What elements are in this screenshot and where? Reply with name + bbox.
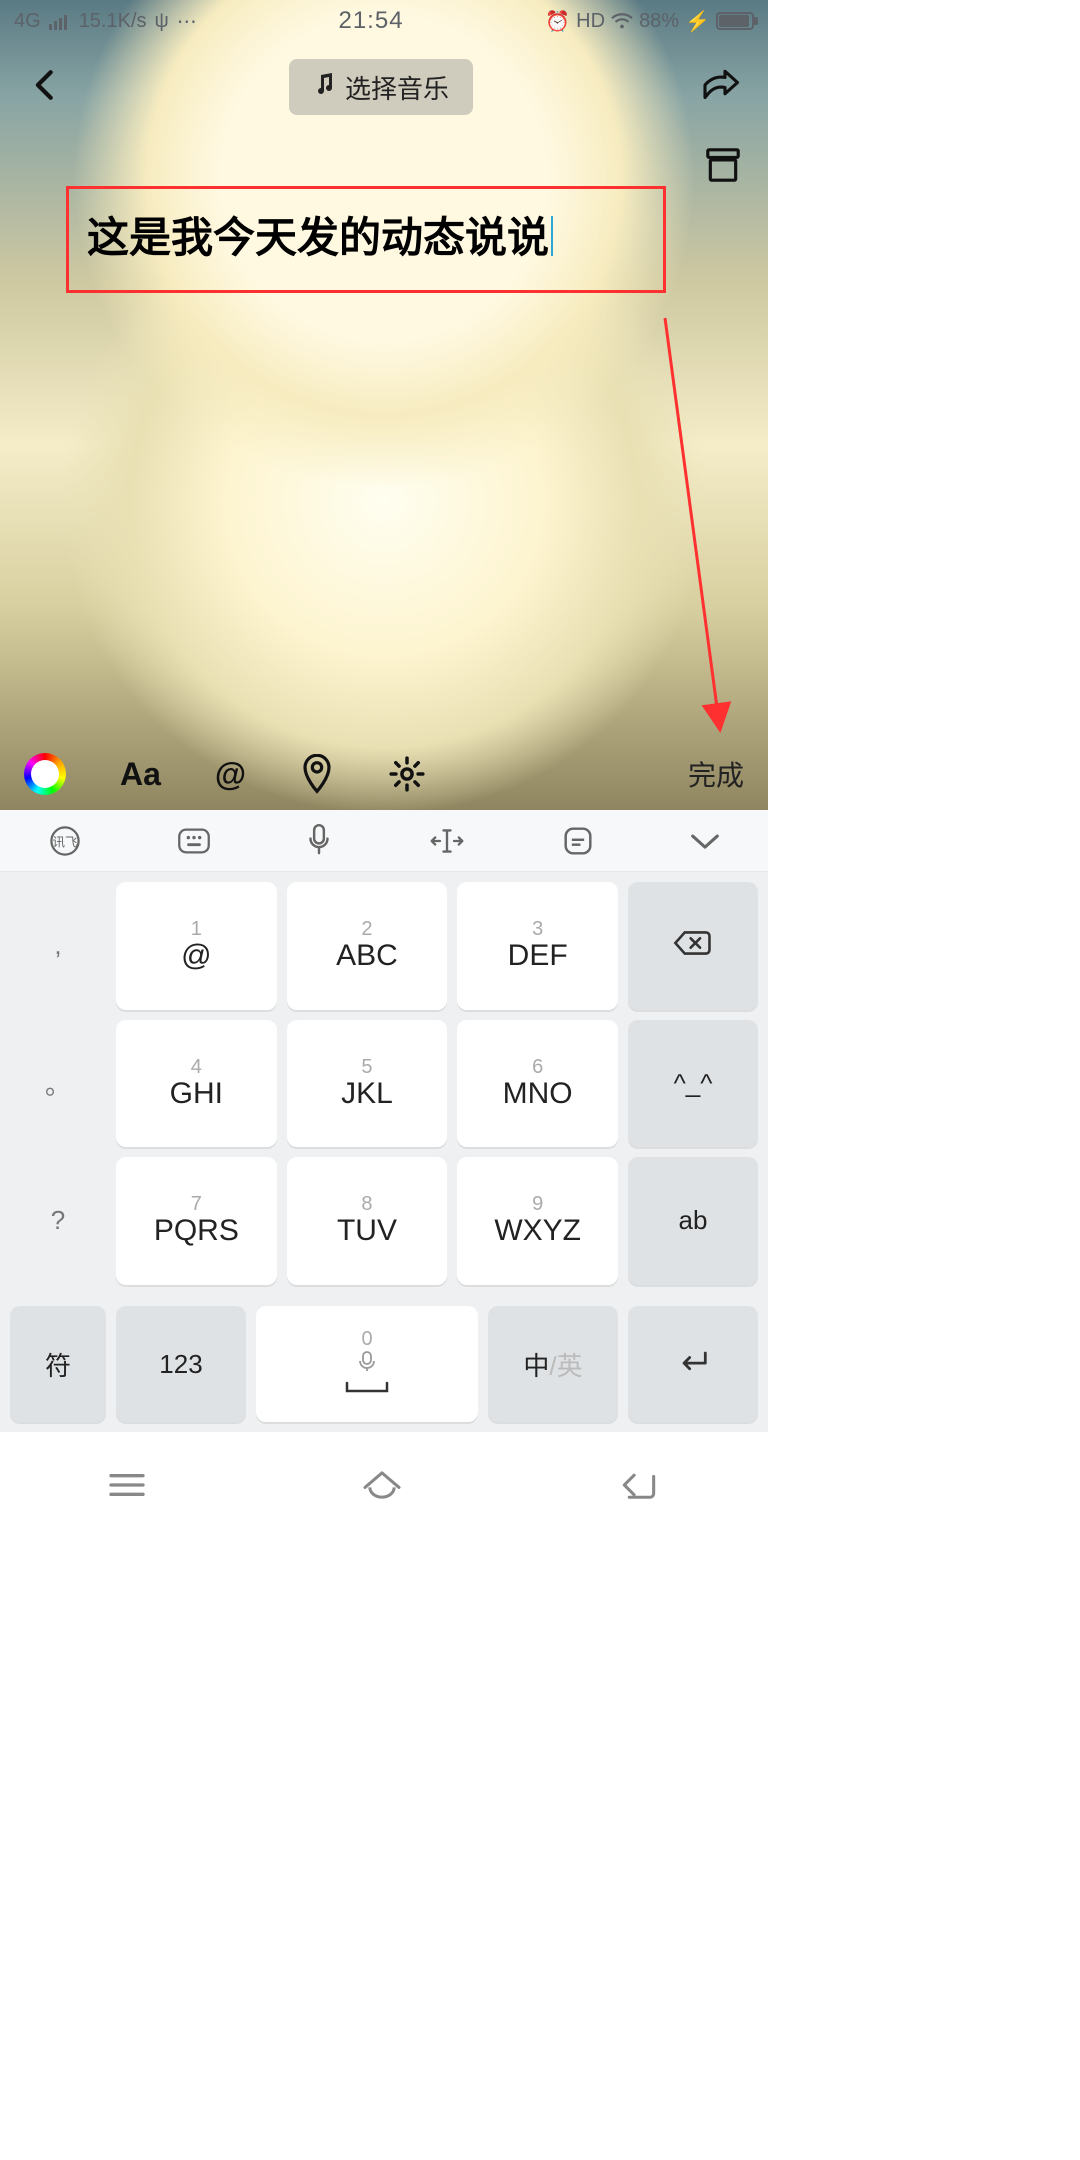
key-4[interactable]: 4GHI xyxy=(116,1020,277,1148)
keyboard-mode-button[interactable] xyxy=(177,826,211,856)
key-6[interactable]: 6MNO xyxy=(457,1020,618,1148)
keyboard-toolbar: 讯飞 xyxy=(0,810,768,872)
wifi-icon xyxy=(611,12,633,30)
key-3[interactable]: 3DEF xyxy=(457,882,618,1010)
space-icon xyxy=(344,1378,390,1401)
key-emoji[interactable]: ^_^ xyxy=(628,1020,758,1148)
nav-home-button[interactable] xyxy=(360,1468,404,1502)
font-button[interactable]: Aa xyxy=(120,756,161,793)
svg-text:讯飞: 讯飞 xyxy=(52,835,77,849)
location-button[interactable] xyxy=(300,754,334,794)
share-button[interactable] xyxy=(700,65,740,110)
settings-button[interactable] xyxy=(388,755,426,793)
key-1[interactable]: 1@ xyxy=(116,882,277,1010)
key-space[interactable]: 0 xyxy=(256,1306,478,1422)
hd-label: HD xyxy=(576,10,605,33)
key-enter[interactable] xyxy=(628,1306,758,1422)
key-8[interactable]: 8TUV xyxy=(287,1157,448,1285)
edit-cursor-button[interactable] xyxy=(427,826,467,856)
alarm-icon: ⏰ xyxy=(545,9,570,34)
clock: 21:54 xyxy=(197,7,545,35)
backspace-icon xyxy=(673,928,713,963)
key-comma[interactable]: , xyxy=(10,882,106,1010)
text-input-highlight[interactable]: 这是我今天发的动态说说 xyxy=(66,186,666,293)
text-cursor xyxy=(551,216,553,256)
charging-icon: ⚡ xyxy=(685,9,710,34)
nav-bar xyxy=(0,1434,768,1536)
color-picker-button[interactable] xyxy=(24,753,66,795)
editor-toolbar: Aa @ 完成 xyxy=(0,738,768,810)
key-numbers[interactable]: 123 xyxy=(116,1306,246,1422)
battery-label: 88% xyxy=(639,10,679,33)
usb-icon: ψ xyxy=(155,10,169,33)
back-button[interactable] xyxy=(28,68,62,107)
keyboard-bottom-row: 符 123 0 中/英 xyxy=(0,1306,768,1432)
more-icon: ⋯ xyxy=(177,9,197,34)
key-2[interactable]: 2ABC xyxy=(287,882,448,1010)
template-button[interactable] xyxy=(704,146,742,189)
music-label: 选择音乐 xyxy=(345,69,449,106)
hide-keyboard-button[interactable] xyxy=(689,831,721,851)
select-music-button[interactable]: 选择音乐 xyxy=(289,59,473,115)
network-label: 4G xyxy=(14,10,41,33)
key-symbols[interactable]: 符 xyxy=(10,1306,106,1422)
text-content: 这是我今天发的动态说说 xyxy=(87,214,549,261)
enter-icon xyxy=(674,1348,712,1381)
clipboard-button[interactable] xyxy=(562,825,594,857)
status-bar: 4G 15.1K/s ψ ⋯ 21:54 ⏰ HD 88% ⚡ xyxy=(0,0,768,42)
voice-button[interactable] xyxy=(306,824,332,858)
battery-icon xyxy=(716,12,754,30)
key-ab[interactable]: ab xyxy=(628,1157,758,1285)
key-backspace[interactable] xyxy=(628,882,758,1010)
key-7[interactable]: 7PQRS xyxy=(116,1157,277,1285)
key-5[interactable]: 5JKL xyxy=(287,1020,448,1148)
nav-back-button[interactable] xyxy=(617,1470,661,1500)
music-icon xyxy=(313,72,335,103)
key-language[interactable]: 中/英 xyxy=(488,1306,618,1422)
header: 选择音乐 xyxy=(0,52,768,122)
ime-logo-button[interactable]: 讯飞 xyxy=(48,824,82,858)
key-9[interactable]: 9WXYZ xyxy=(457,1157,618,1285)
done-button[interactable]: 完成 xyxy=(688,754,744,794)
speed-label: 15.1K/s xyxy=(79,10,147,33)
key-period[interactable]: 。 xyxy=(10,1020,106,1148)
key-question[interactable]: ? xyxy=(10,1157,106,1285)
nav-menu-button[interactable] xyxy=(107,1470,147,1500)
mention-button[interactable]: @ xyxy=(215,756,246,793)
mic-icon xyxy=(358,1349,376,1378)
signal-icon xyxy=(49,12,71,30)
